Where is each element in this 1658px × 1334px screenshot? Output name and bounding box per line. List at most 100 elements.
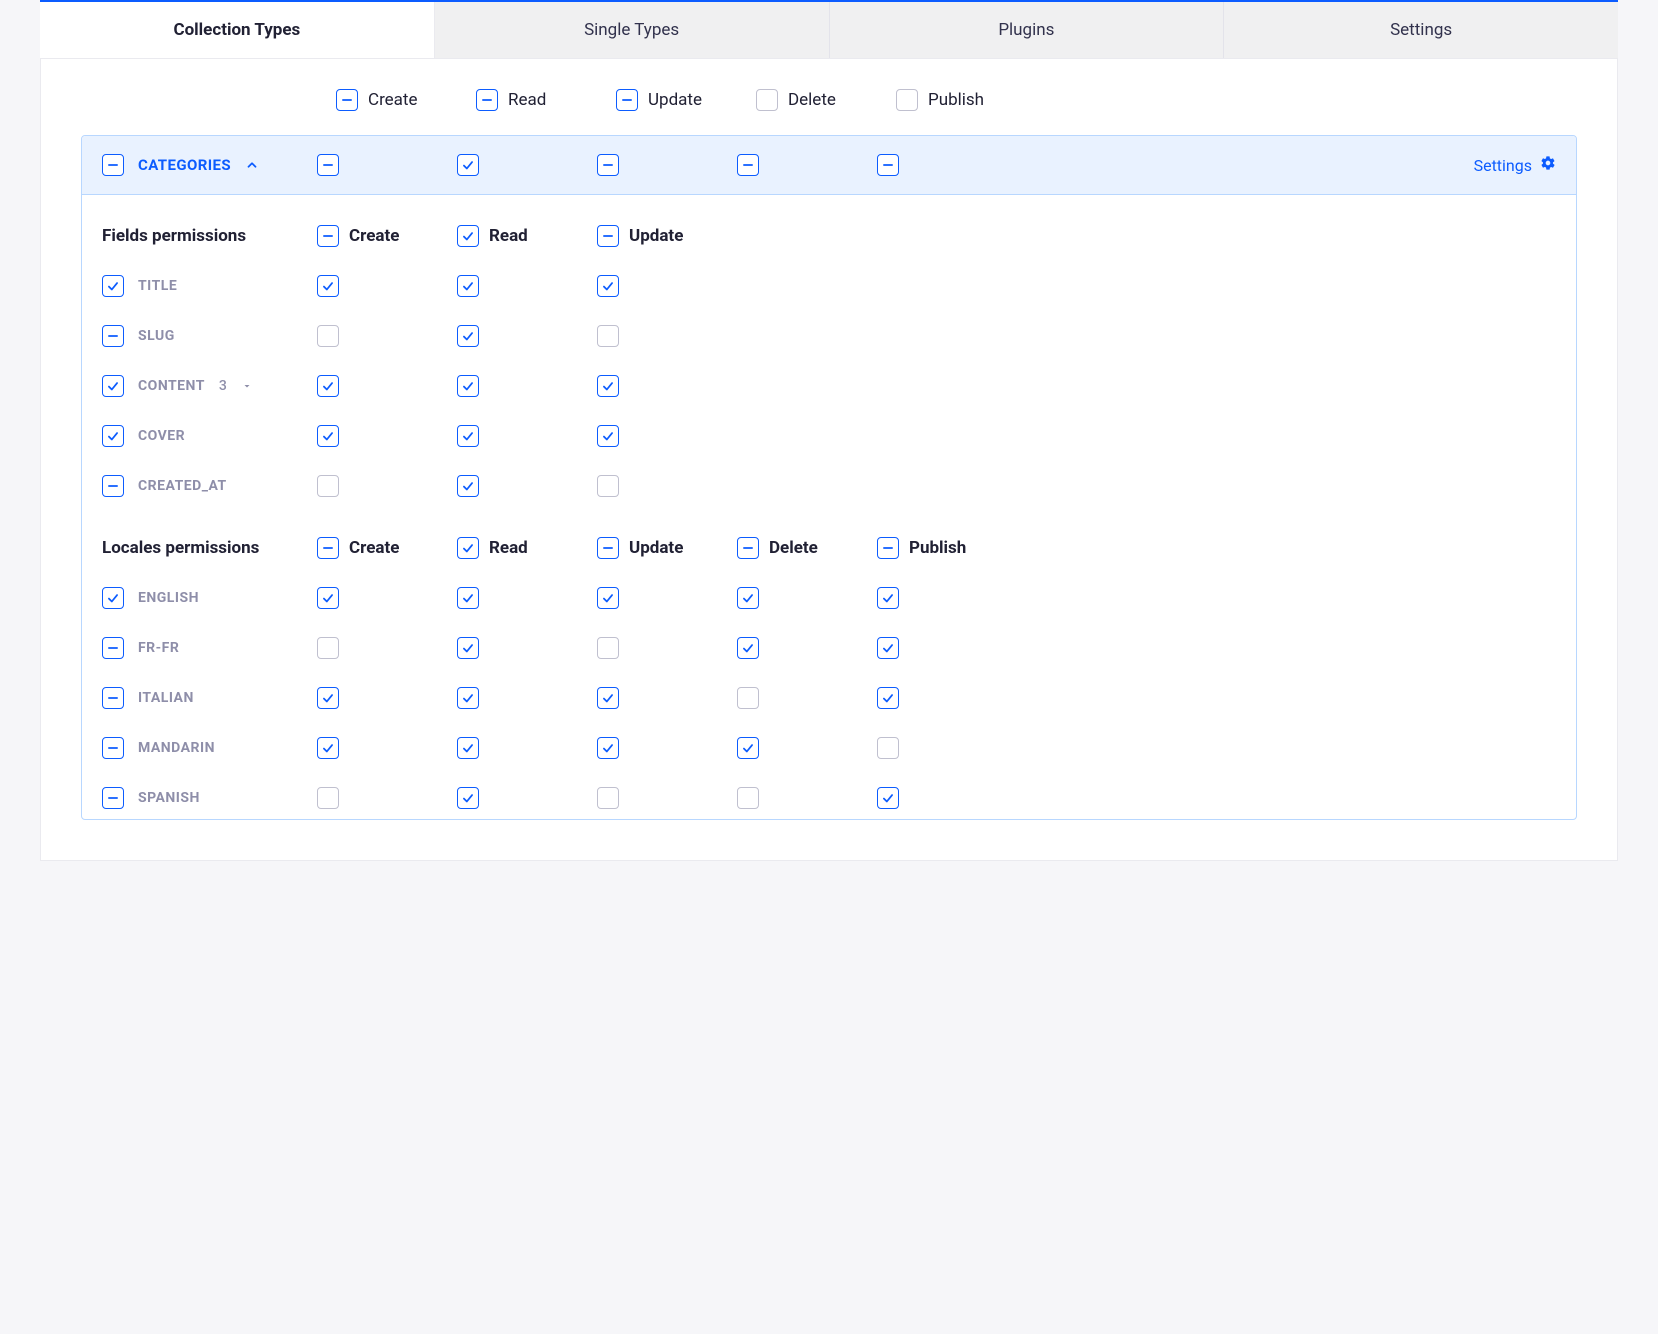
categories-master-checkbox[interactable] [102,154,124,176]
row-name: SPANISH [138,790,200,806]
field-create-checkbox[interactable] [317,475,339,497]
locales-create-header-checkbox[interactable] [317,537,339,559]
locale-create-checkbox[interactable] [317,787,339,809]
locale-update-checkbox[interactable] [597,687,619,709]
top-delete-checkbox[interactable] [756,89,778,111]
locale-publish-checkbox[interactable] [877,737,899,759]
categories-read-checkbox[interactable] [457,154,479,176]
row-name: MANDARIN [138,740,215,756]
locales-permissions-section: Locales permissions Create Read Update [102,537,1556,809]
locale-update-checkbox[interactable] [597,587,619,609]
column-read-label: Read [508,90,546,110]
locale-publish-checkbox[interactable] [877,787,899,809]
field-read-checkbox[interactable] [457,375,479,397]
row-label: SPANISH [102,787,317,809]
fields-section-title: Fields permissions [102,226,317,246]
locale-publish-checkbox[interactable] [877,637,899,659]
locales-delete-header-checkbox[interactable] [737,537,759,559]
row-label: CREATED_AT [102,475,317,497]
locale-delete-checkbox[interactable] [737,587,759,609]
locales-update-header-checkbox[interactable] [597,537,619,559]
column-create-label: Create [368,90,418,110]
field-create-checkbox[interactable] [317,375,339,397]
field-update-checkbox[interactable] [597,475,619,497]
row-label: ITALIAN [102,687,317,709]
locale-create-checkbox[interactable] [317,687,339,709]
locale-publish-checkbox[interactable] [877,587,899,609]
field-update-checkbox[interactable] [597,275,619,297]
row-name: ITALIAN [138,690,194,706]
row-name: ENGLISH [138,590,199,606]
row-label: FR-FR [102,637,317,659]
locale-update-checkbox[interactable] [597,787,619,809]
field-create-checkbox[interactable] [317,325,339,347]
field-read-checkbox[interactable] [457,475,479,497]
field-update-checkbox[interactable] [597,325,619,347]
fields-create-header-checkbox[interactable] [317,225,339,247]
categories-delete-checkbox[interactable] [737,154,759,176]
categories-settings-label: Settings [1474,156,1532,175]
locale-delete-checkbox[interactable] [737,787,759,809]
row-master-checkbox[interactable] [102,375,124,397]
top-update-checkbox[interactable] [616,89,638,111]
row-name: TITLE [138,278,177,294]
tab-collection-types[interactable]: Collection Types [40,2,435,58]
categories-settings-link[interactable]: Settings [1474,155,1556,175]
fields-read-header-checkbox[interactable] [457,225,479,247]
locales-publish-header-checkbox[interactable] [877,537,899,559]
row-master-checkbox[interactable] [102,325,124,347]
categories-toggle[interactable]: CATEGORIES [102,154,317,176]
locale-update-checkbox[interactable] [597,737,619,759]
column-publish-label: Publish [928,90,984,110]
locale-delete-checkbox[interactable] [737,737,759,759]
categories-create-checkbox[interactable] [317,154,339,176]
categories-name: CATEGORIES [138,156,231,174]
locales-read-header-checkbox[interactable] [457,537,479,559]
tabs-bar: Collection Types Single Types Plugins Se… [40,0,1618,59]
row-label: TITLE [102,275,317,297]
locale-read-checkbox[interactable] [457,637,479,659]
categories-publish-checkbox[interactable] [877,154,899,176]
field-update-checkbox[interactable] [597,375,619,397]
top-create-checkbox[interactable] [336,89,358,111]
tab-single-types[interactable]: Single Types [435,2,830,58]
field-update-checkbox[interactable] [597,425,619,447]
categories-update-checkbox[interactable] [597,154,619,176]
locale-update-checkbox[interactable] [597,637,619,659]
locale-create-checkbox[interactable] [317,737,339,759]
top-publish-checkbox[interactable] [896,89,918,111]
top-read-checkbox[interactable] [476,89,498,111]
tab-settings[interactable]: Settings [1224,2,1618,58]
locale-delete-checkbox[interactable] [737,637,759,659]
field-create-checkbox[interactable] [317,275,339,297]
row-master-checkbox[interactable] [102,637,124,659]
row-label: CONTENT 3 [102,375,317,397]
locale-create-checkbox[interactable] [317,637,339,659]
locale-read-checkbox[interactable] [457,687,479,709]
field-create-checkbox[interactable] [317,425,339,447]
field-read-checkbox[interactable] [457,325,479,347]
tab-plugins[interactable]: Plugins [830,2,1225,58]
row-master-checkbox[interactable] [102,787,124,809]
row-name: CREATED_AT [138,478,227,494]
row-master-checkbox[interactable] [102,687,124,709]
row-name: CONTENT [138,378,205,394]
locale-read-checkbox[interactable] [457,787,479,809]
row-master-checkbox[interactable] [102,275,124,297]
locale-publish-checkbox[interactable] [877,687,899,709]
locales-section-title: Locales permissions [102,538,317,558]
locale-read-checkbox[interactable] [457,587,479,609]
fields-update-header-checkbox[interactable] [597,225,619,247]
field-read-checkbox[interactable] [457,425,479,447]
row-master-checkbox[interactable] [102,587,124,609]
row-master-checkbox[interactable] [102,475,124,497]
caret-down-icon[interactable] [241,380,253,392]
locale-read-checkbox[interactable] [457,737,479,759]
row-master-checkbox[interactable] [102,737,124,759]
row-master-checkbox[interactable] [102,425,124,447]
locale-delete-checkbox[interactable] [737,687,759,709]
row-count-badge: 3 [219,378,227,394]
locale-create-checkbox[interactable] [317,587,339,609]
field-read-checkbox[interactable] [457,275,479,297]
row-label: COVER [102,425,317,447]
